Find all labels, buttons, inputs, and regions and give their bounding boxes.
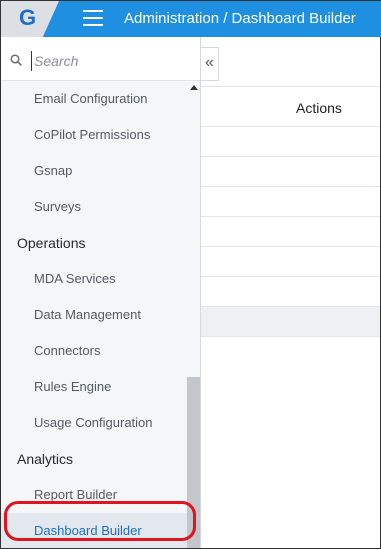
sidebar-item-surveys[interactable]: Surveys [1,189,187,225]
table-row [201,217,380,247]
table-row [201,247,380,277]
sidebar-item-report-builder[interactable]: Report Builder [1,477,187,513]
sidebar-item-email-configuration[interactable]: Email Configuration [1,81,187,117]
caret-up-icon[interactable] [190,85,198,90]
sidebar-item-gsnap[interactable]: Gsnap [1,153,187,189]
table-row [201,157,380,187]
table-row [201,127,380,157]
sidebar-item-copilot-permissions[interactable]: CoPilot Permissions [1,117,187,153]
toolbar-strip: « [201,37,380,87]
sidebar-item-mda-services[interactable]: MDA Services [1,261,187,297]
sidebar: Email Configuration CoPilot Permissions … [1,37,201,548]
logo-letter: G [19,5,37,30]
menu-icon[interactable] [83,10,103,26]
sidebar-item-data-management[interactable]: Data Management [1,297,187,333]
sidebar-item-dashboard-builder[interactable]: Dashboard Builder [1,513,187,548]
sidebar-section-operations: Operations [17,235,86,251]
breadcrumb-title: Administration / Dashboard Builder [124,10,356,27]
sidebar-menu: Email Configuration CoPilot Permissions … [1,81,187,548]
search-input[interactable] [31,51,191,71]
search-bar [1,37,200,81]
table-row [201,277,380,307]
logo[interactable]: G [1,1,59,37]
actions-column-header: Actions [296,100,342,116]
table-header: Actions [201,87,380,127]
double-chevron-left-icon[interactable]: « [201,47,219,81]
sidebar-item-connectors[interactable]: Connectors [1,333,187,369]
top-bar: G Administration / Dashboard Builder [1,1,381,37]
sidebar-item-rules-engine[interactable]: Rules Engine [1,369,187,405]
table-footer-band [201,307,380,337]
table-row [201,187,380,217]
main-content: « Actions [201,37,380,548]
scrollbar-thumb[interactable] [187,377,200,548]
sidebar-scrollbar[interactable] [187,81,200,548]
search-icon [10,54,22,66]
sidebar-item-usage-configuration[interactable]: Usage Configuration [1,405,187,441]
sidebar-section-analytics: Analytics [17,451,74,467]
